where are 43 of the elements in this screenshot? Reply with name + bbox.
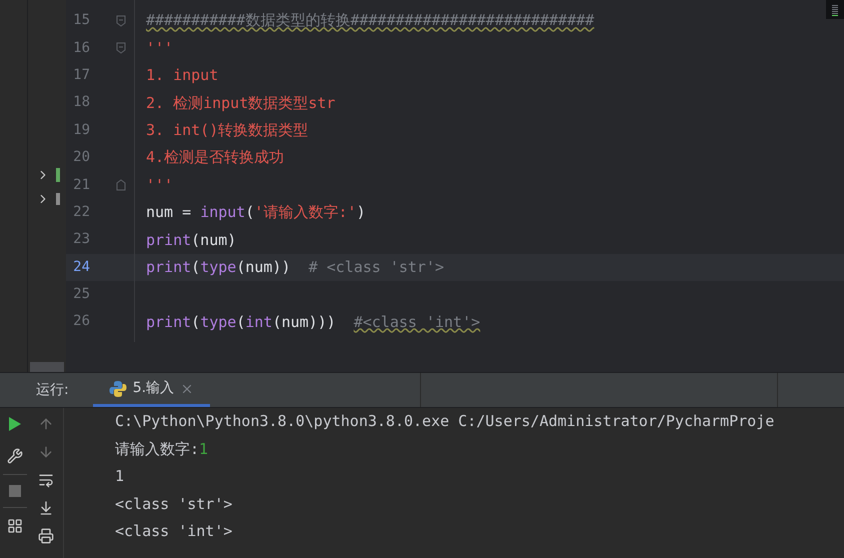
layout-icon[interactable] (6, 518, 23, 534)
wrap-icon[interactable] (38, 472, 54, 488)
python-logo-icon (108, 380, 127, 398)
code-line: ''' (146, 38, 174, 59)
line-number: 25 (72, 285, 91, 304)
console-line: <class 'int'> (115, 521, 234, 542)
print-icon[interactable] (38, 528, 54, 544)
console-line: <class 'str'> (115, 494, 234, 515)
fold-icon[interactable] (116, 42, 126, 54)
code-line: 2. 检测input数据类型str (146, 92, 336, 114)
console-line: C:\Python\Python3.8.0\python3.8.0.exe C:/Users/Administrator/PycharmProje (115, 411, 776, 432)
line-number: 21 (72, 176, 91, 195)
code-line: print(type(int(num))) #<class 'int'> (146, 312, 480, 333)
line-number: 19 (72, 120, 91, 140)
stop-icon[interactable] (8, 485, 21, 497)
line-number: 24 (72, 258, 91, 277)
line-number: 22 (72, 202, 91, 222)
line-number: 20 (72, 148, 91, 168)
line-number: 26 (72, 312, 91, 332)
code-line: print(num) (146, 230, 236, 251)
fold-icon[interactable] (116, 179, 126, 192)
line-number: 23 (72, 230, 91, 250)
line-number: 17 (72, 66, 91, 85)
code-line: 1. input (146, 65, 218, 86)
code-line: 4.检测是否转换成功 (146, 147, 284, 168)
code-line: 3. int()转换数据类型 (146, 120, 308, 141)
code-line: ''' (146, 174, 174, 196)
fold-icon[interactable] (116, 14, 126, 27)
panel-title: 运行: (35, 380, 70, 400)
code-line: print(type(num)) # <class 'str'> (146, 256, 444, 278)
inspection-widget[interactable] (826, 0, 844, 19)
scrollbar-thumb[interactable] (30, 362, 64, 372)
console-line: 请输入数字:1 (115, 438, 210, 460)
run-tab[interactable]: 5.输入 (92, 373, 210, 407)
play-icon[interactable] (8, 416, 22, 432)
code-line: ###########数据类型的转换########################### (146, 10, 594, 32)
line-number: 16 (72, 38, 91, 58)
code-editor[interactable] (66, 0, 844, 372)
code-line: num = input('请输入数字:') (146, 202, 366, 224)
wrench-icon[interactable] (6, 448, 23, 464)
console-line: 1 (115, 466, 126, 488)
line-number: 18 (72, 93, 91, 112)
line-number: 15 (72, 11, 91, 30)
